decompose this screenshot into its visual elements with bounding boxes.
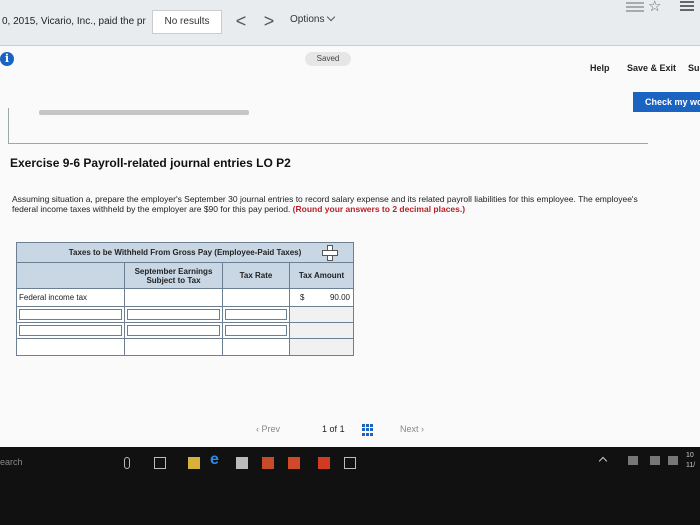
total-earnings-cell: [125, 339, 223, 355]
clock-time: 10: [686, 452, 694, 459]
table-row: [17, 339, 353, 355]
notes-icon[interactable]: [344, 457, 356, 469]
payroll-tax-table: Taxes to be Withheld From Gross Pay (Emp…: [16, 242, 354, 356]
current-page: 1: [322, 424, 328, 434]
browser-find-bar: 0, 2015, Vicario, Inc., paid the princi …: [0, 0, 700, 46]
currency-symbol: $: [300, 293, 305, 302]
label-input[interactable]: [19, 309, 122, 320]
save-exit-link[interactable]: Save & Exit: [627, 63, 676, 73]
next-button[interactable]: Next ›: [400, 424, 424, 434]
label-input-cell: [17, 307, 125, 322]
network-icon[interactable]: [628, 456, 638, 465]
total-rate-cell: [223, 339, 290, 355]
find-previous-button[interactable]: <: [232, 12, 250, 32]
header-cell-rate: Tax Rate: [223, 263, 290, 288]
total-label-cell: [17, 339, 125, 355]
earnings-input[interactable]: [127, 309, 220, 320]
find-input[interactable]: 0, 2015, Vicario, Inc., paid the princi: [0, 10, 146, 34]
mail-icon[interactable]: [262, 457, 274, 469]
table-row: Federal income tax $ 90.00: [17, 289, 353, 307]
page-indicator: 1 of 1: [322, 424, 345, 434]
hub-menu-icon[interactable]: [680, 0, 694, 12]
file-explorer-icon[interactable]: [188, 457, 200, 469]
prev-label: Prev: [261, 424, 281, 434]
table-title: Taxes to be Withheld From Gross Pay (Emp…: [17, 243, 353, 263]
next-label: Next: [400, 424, 419, 434]
homework-app: i Saved Help Save & Exit Su Check my wo …: [0, 46, 700, 447]
earnings-input[interactable]: [125, 289, 223, 306]
office-icon[interactable]: [288, 457, 300, 469]
earnings-input-cell: [125, 323, 223, 338]
prev-button[interactable]: ‹ Prev: [256, 424, 280, 434]
rounding-note: (Round your answers to 2 decimal places.…: [292, 204, 466, 214]
table-row: [17, 323, 353, 339]
rate-input-cell: [223, 307, 290, 322]
earnings-input[interactable]: [127, 325, 220, 336]
label-input-cell: [17, 323, 125, 338]
chevron-up-icon[interactable]: [598, 456, 608, 466]
rate-input[interactable]: [225, 309, 287, 320]
exercise-instructions: Assuming situation a, prepare the employ…: [12, 194, 652, 214]
tax-amount-cell: $ 90.00: [290, 289, 353, 306]
progress-panel: [8, 108, 648, 144]
exercise-title: Exercise 9-6 Payroll-related journal ent…: [10, 156, 291, 170]
clock-date: 11/: [686, 462, 696, 469]
task-view-icon[interactable]: [154, 457, 166, 469]
earnings-input-cell: [125, 307, 223, 322]
edge-browser-icon[interactable]: e: [210, 451, 219, 469]
header-cell-earnings: September Earnings Subject to Tax: [125, 263, 223, 288]
tax-amount-value: 90.00: [329, 293, 350, 302]
chevron-down-icon: [327, 12, 336, 22]
microphone-icon[interactable]: [124, 457, 130, 469]
rate-input[interactable]: [223, 289, 290, 306]
move-plus-icon[interactable]: [322, 245, 338, 261]
find-options-label: Options: [290, 14, 325, 25]
taskbar: earch e 10 11/: [0, 447, 700, 525]
table-row: [17, 307, 353, 323]
keyboard-icon[interactable]: [668, 456, 678, 465]
table-title-text: Taxes to be Withheld From Gross Pay (Emp…: [68, 248, 302, 257]
amount-cell: [290, 307, 353, 322]
store-icon[interactable]: [236, 457, 248, 469]
page-of: of: [329, 424, 338, 434]
volume-icon[interactable]: [650, 456, 660, 465]
find-results-count: No results: [152, 10, 222, 34]
info-icon[interactable]: i: [0, 52, 14, 66]
find-options-dropdown[interactable]: Options: [290, 12, 336, 25]
total-amount-cell: [290, 339, 353, 355]
total-pages: 1: [339, 424, 345, 434]
system-clock[interactable]: 10 11/: [686, 451, 695, 471]
grid-icon[interactable]: [362, 424, 374, 436]
label-input[interactable]: [19, 325, 122, 336]
header-cell-amount: Tax Amount: [298, 271, 345, 280]
progress-bar: [39, 110, 249, 115]
rate-input-cell: [223, 323, 290, 338]
pdf-reader-icon[interactable]: [318, 457, 330, 469]
favorite-star-icon[interactable]: ☆: [648, 0, 661, 15]
rate-input[interactable]: [225, 325, 287, 336]
saved-status-badge: Saved: [305, 52, 351, 66]
table-header-row: September Earnings Subject to Tax Tax Ra…: [17, 263, 353, 289]
header-cell-label: [17, 263, 125, 288]
help-link[interactable]: Help: [590, 63, 610, 73]
taskbar-search[interactable]: earch: [0, 457, 23, 467]
submit-link[interactable]: Su: [688, 63, 700, 73]
row-label: Federal income tax: [17, 289, 125, 306]
find-next-button[interactable]: >: [260, 12, 278, 32]
amount-cell: [290, 323, 353, 338]
reading-view-icon[interactable]: [626, 0, 644, 14]
